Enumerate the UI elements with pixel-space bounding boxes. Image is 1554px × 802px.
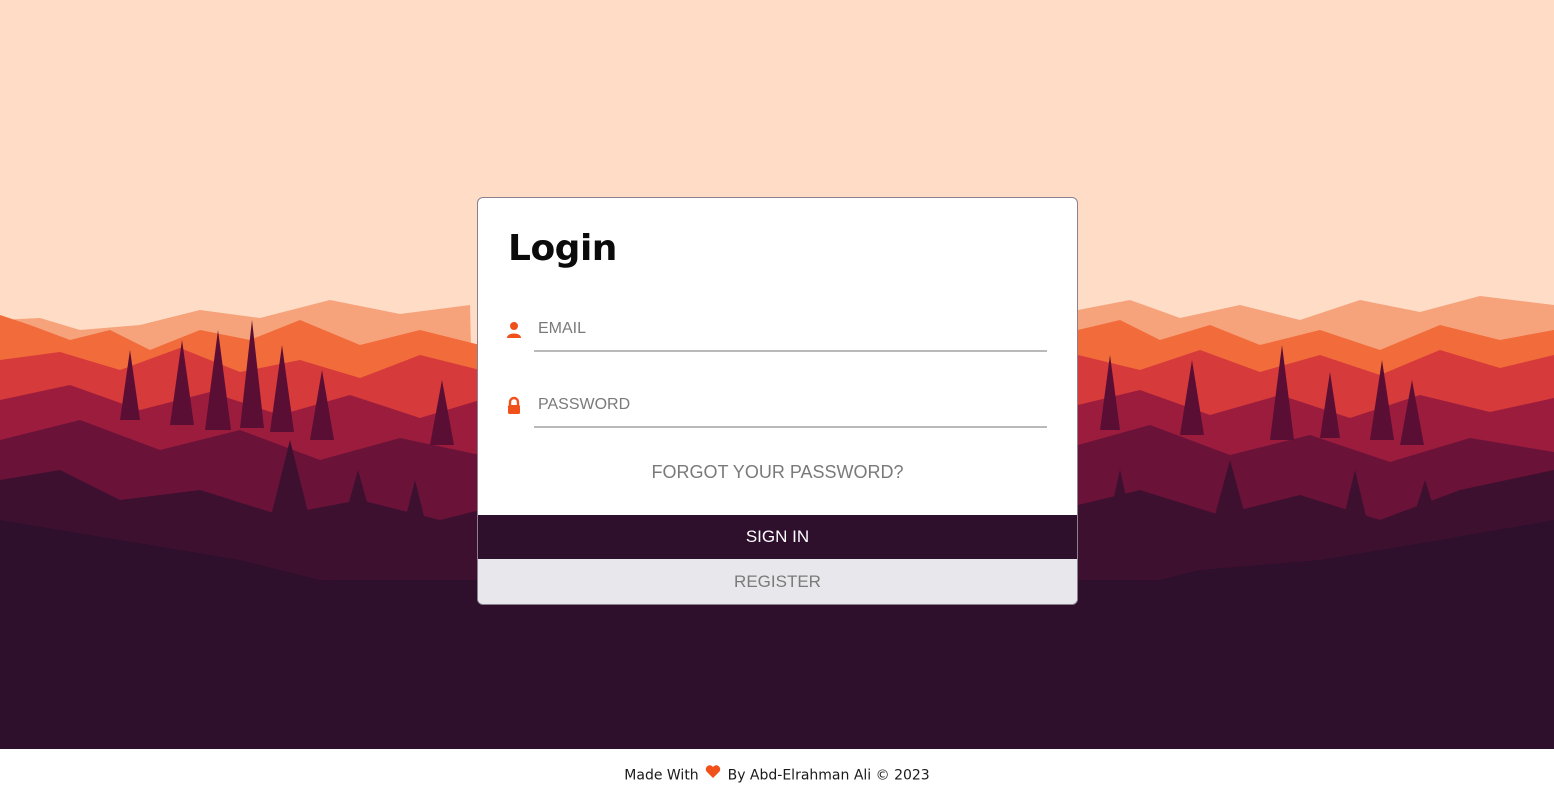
footer-credit: By Abd-Elrahman Ali © 2023 [727,767,930,784]
sign-in-button[interactable]: SIGN IN [478,515,1077,559]
password-input[interactable] [534,384,1047,428]
login-title: Login [508,228,617,269]
login-card: Login FORGOT YOUR PASSWORD? SIGN IN REGI… [477,197,1078,605]
register-button[interactable]: REGISTER [478,559,1077,604]
heart-icon [705,749,721,802]
user-icon [504,320,524,340]
footer-prefix: Made With [624,767,699,784]
footer: Made With By Abd-Elrahman Ali © 2023 [0,749,1554,802]
lock-icon [504,396,524,416]
forgot-password-link[interactable]: FORGOT YOUR PASSWORD? [478,462,1077,483]
email-field [504,308,1047,352]
password-field [504,384,1047,428]
email-input[interactable] [534,308,1047,352]
